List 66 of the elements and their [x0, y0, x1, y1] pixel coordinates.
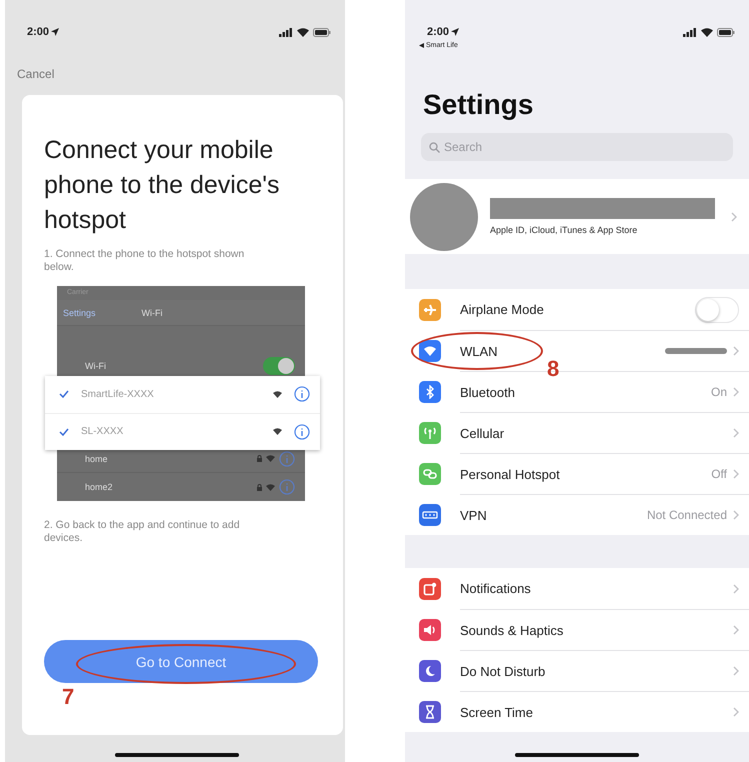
settings-row[interactable]: Sounds & Haptics — [405, 609, 749, 650]
step-text: 2. Go back to the app and continue to add devices. — [44, 519, 241, 545]
chevron-icon — [733, 346, 739, 356]
redacted-value — [665, 348, 727, 354]
row-label: Cellular — [460, 426, 506, 440]
battery-icon — [717, 28, 735, 36]
chevron-icon — [733, 625, 739, 635]
settings-row[interactable]: Personal Hotspot Off — [405, 453, 749, 494]
row-label: Airplane Mode — [460, 302, 545, 317]
row-label: Bluetooth — [460, 384, 516, 400]
row-value: Off — [711, 467, 727, 481]
settings-row[interactable]: Screen Time — [405, 691, 749, 732]
row-label: Screen Time — [460, 704, 534, 720]
row-label: Do Not Disturb — [460, 664, 546, 678]
toggle-switch[interactable] — [695, 296, 739, 322]
chevron-icon — [733, 387, 739, 397]
row-label: Sounds & Haptics — [460, 622, 564, 638]
annotation-number: 8 — [547, 356, 560, 382]
chevron-icon — [733, 707, 739, 717]
row-value: Not Connected — [646, 508, 727, 522]
back-arrow-icon — [419, 43, 424, 48]
status-time: 2:00 — [27, 26, 60, 38]
profile-subtitle: Apple ID, iCloud, iTunes & App Store — [490, 225, 638, 235]
info-icon[interactable] — [279, 450, 295, 467]
info-icon[interactable] — [294, 424, 310, 440]
chevron-icon — [733, 510, 739, 520]
wifi-icon — [266, 484, 275, 491]
row-label: VPN — [460, 508, 488, 522]
row-label: WLAN — [460, 344, 499, 358]
signal-icon — [279, 28, 293, 36]
chevron-icon — [733, 469, 739, 479]
annotation-number: 7 — [62, 684, 74, 710]
chevron-icon — [733, 666, 739, 676]
chevron-icon — [731, 212, 737, 222]
screen-title: Wi-Fi — [142, 308, 163, 318]
info-icon[interactable] — [294, 386, 310, 402]
row-label: Personal Hotspot — [460, 466, 561, 482]
location-arrow-icon — [451, 28, 460, 36]
row-label: Notifications — [460, 581, 532, 596]
battery-icon — [313, 28, 331, 36]
search-field[interactable]: Search — [421, 133, 733, 161]
settings-row[interactable]: VPN Not Connected — [405, 494, 749, 535]
settings-row[interactable]: Do Not Disturb — [405, 650, 749, 691]
search-icon — [429, 142, 440, 153]
page-title: Settings — [423, 89, 534, 121]
wifi-label: Wi-Fi — [85, 361, 106, 372]
step-text: 1. Connect the phone to the hotspot shown below. — [44, 248, 246, 274]
settings-row[interactable]: Notifications — [405, 568, 749, 609]
settings-row[interactable]: Airplane Mode — [405, 289, 749, 330]
location-arrow-icon — [51, 28, 60, 36]
wifi-icon — [297, 28, 309, 36]
network-name: home2 — [85, 482, 113, 492]
wifi-icon — [266, 455, 275, 462]
wifi-icon — [701, 28, 713, 36]
cancel-link[interactable]: Cancel — [17, 67, 54, 81]
status-time: 2:00 — [427, 26, 460, 38]
instruction-title: Connect your mobile phone to the device's hotspot — [44, 135, 280, 236]
wifi-icon — [273, 390, 282, 398]
signal-icon — [683, 28, 697, 36]
row-value: On — [710, 385, 727, 399]
network-name: home — [85, 454, 108, 464]
profile-row[interactable]: Apple ID, iCloud, iTunes & App Store — [405, 179, 749, 254]
chevron-icon — [733, 584, 739, 594]
chevron-icon — [733, 428, 739, 438]
settings-row[interactable]: Cellular — [405, 412, 749, 453]
wifi-icon — [273, 428, 282, 436]
